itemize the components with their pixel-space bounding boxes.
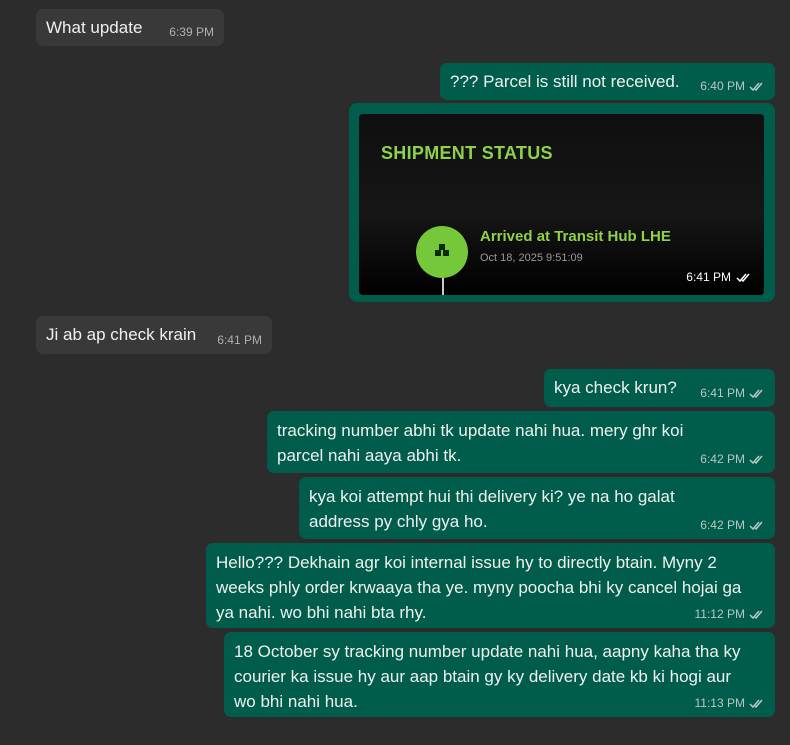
double-check-icon	[749, 609, 765, 620]
shipment-image-message[interactable]: SHIPMENT STATUS Arrived at Transit Hub L…	[349, 103, 775, 302]
shipment-stage-time: Oct 18, 2025 9:51:09	[480, 252, 583, 264]
message-text: tracking number abhi tk update nahi hua.…	[277, 421, 684, 465]
shipment-status-title: SHIPMENT STATUS	[381, 143, 553, 163]
message-time: 6:41 PM	[217, 333, 262, 347]
message-time: 6:42 PM	[700, 518, 745, 532]
message-text: Hello??? Dekhain agr koi internal issue …	[216, 553, 742, 622]
message-meta: 6:41 PM	[217, 333, 262, 347]
shipment-status-image[interactable]: SHIPMENT STATUS Arrived at Transit Hub L…	[359, 114, 764, 295]
message-time: 6:40 PM	[700, 79, 745, 93]
message-text: kya koi attempt hui thi delivery ki? ye …	[309, 487, 675, 531]
package-icon	[434, 243, 450, 262]
message-meta: 6:41 PM	[700, 386, 765, 400]
double-check-icon	[736, 272, 752, 283]
timeline-dot	[416, 226, 468, 278]
message-text: 18 October sy tracking number update nah…	[234, 642, 741, 711]
shipment-stage-title: Arrived at Transit Hub LHE	[480, 228, 671, 245]
message-meta: 11:13 PM	[695, 696, 765, 710]
message-incoming[interactable]: What update 6:39 PM	[36, 9, 224, 46]
double-check-icon	[749, 388, 765, 399]
message-time: 6:42 PM	[700, 452, 745, 466]
message-outgoing[interactable]: kya koi attempt hui thi delivery ki? ye …	[299, 477, 775, 539]
message-meta: 6:39 PM	[169, 25, 214, 39]
message-outgoing[interactable]: Hello??? Dekhain agr koi internal issue …	[206, 543, 775, 628]
message-incoming[interactable]: Ji ab ap check krain 6:41 PM	[36, 316, 272, 354]
message-time: 6:41 PM	[686, 270, 731, 284]
message-time: 6:39 PM	[169, 25, 214, 39]
double-check-icon	[749, 698, 765, 709]
message-meta: 6:41 PM	[686, 270, 752, 284]
timeline-line	[442, 276, 444, 295]
message-outgoing[interactable]: 18 October sy tracking number update nah…	[224, 632, 775, 717]
double-check-icon	[749, 520, 765, 531]
message-outgoing[interactable]: ??? Parcel is still not received. 6:40 P…	[440, 63, 775, 100]
message-meta: 6:42 PM	[700, 452, 765, 466]
message-meta: 6:40 PM	[700, 79, 765, 93]
message-time: 11:13 PM	[694, 696, 745, 710]
message-time: 11:12 PM	[694, 607, 745, 621]
message-meta: 11:12 PM	[695, 607, 765, 621]
double-check-icon	[749, 81, 765, 92]
message-outgoing[interactable]: kya check krun? 6:41 PM	[544, 369, 775, 407]
message-meta: 6:42 PM	[700, 518, 765, 532]
double-check-icon	[749, 454, 765, 465]
message-outgoing[interactable]: tracking number abhi tk update nahi hua.…	[267, 411, 775, 473]
message-time: 6:41 PM	[700, 386, 745, 400]
